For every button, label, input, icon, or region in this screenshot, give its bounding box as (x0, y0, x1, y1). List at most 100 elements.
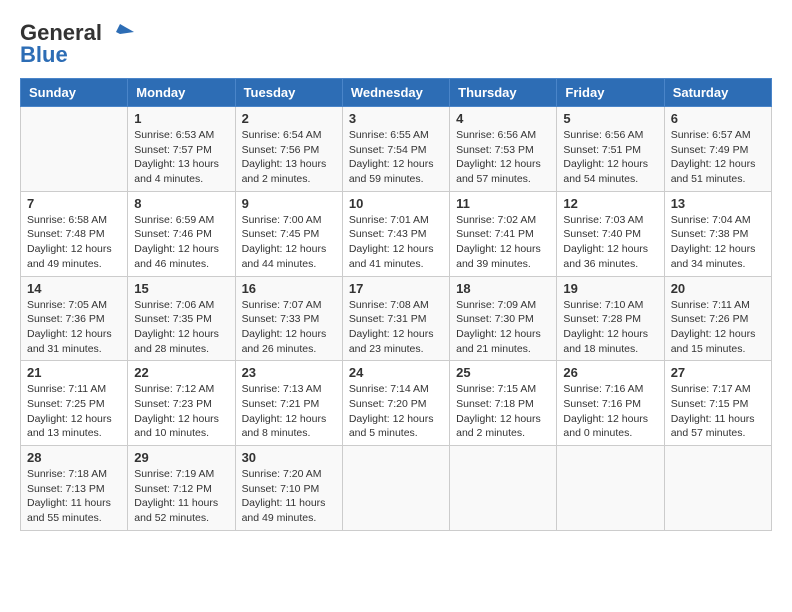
col-header-sunday: Sunday (21, 79, 128, 107)
day-info: Sunrise: 7:04 AM Sunset: 7:38 PM Dayligh… (671, 213, 765, 272)
calendar-cell: 17 Sunrise: 7:08 AM Sunset: 7:31 PM Dayli… (342, 276, 449, 361)
col-header-monday: Monday (128, 79, 235, 107)
calendar-cell: 24 Sunrise: 7:14 AM Sunset: 7:20 PM Dayli… (342, 361, 449, 446)
day-info: Sunrise: 7:17 AM Sunset: 7:15 PM Dayligh… (671, 382, 765, 441)
day-info: Sunrise: 7:11 AM Sunset: 7:25 PM Dayligh… (27, 382, 121, 441)
day-info: Sunrise: 7:05 AM Sunset: 7:36 PM Dayligh… (27, 298, 121, 357)
day-number: 24 (349, 365, 443, 380)
day-number: 10 (349, 196, 443, 211)
day-number: 11 (456, 196, 550, 211)
day-number: 26 (563, 365, 657, 380)
day-info: Sunrise: 6:59 AM Sunset: 7:46 PM Dayligh… (134, 213, 228, 272)
calendar-cell: 20 Sunrise: 7:11 AM Sunset: 7:26 PM Dayli… (664, 276, 771, 361)
day-info: Sunrise: 7:15 AM Sunset: 7:18 PM Dayligh… (456, 382, 550, 441)
calendar-cell: 8 Sunrise: 6:59 AM Sunset: 7:46 PM Daylig… (128, 191, 235, 276)
day-info: Sunrise: 7:01 AM Sunset: 7:43 PM Dayligh… (349, 213, 443, 272)
day-number: 14 (27, 281, 121, 296)
day-number: 17 (349, 281, 443, 296)
page-header: General Blue (20, 20, 772, 68)
day-info: Sunrise: 7:00 AM Sunset: 7:45 PM Dayligh… (242, 213, 336, 272)
calendar-header-row: SundayMondayTuesdayWednesdayThursdayFrid… (21, 79, 772, 107)
day-info: Sunrise: 7:18 AM Sunset: 7:13 PM Dayligh… (27, 467, 121, 526)
day-number: 23 (242, 365, 336, 380)
day-number: 2 (242, 111, 336, 126)
day-number: 30 (242, 450, 336, 465)
calendar-cell: 3Sunrise: 6:55 AM Sunset: 7:54 PM Daylig… (342, 107, 449, 192)
calendar-cell: 5 Sunrise: 6:56 AM Sunset: 7:51 PM Daylig… (557, 107, 664, 192)
col-header-wednesday: Wednesday (342, 79, 449, 107)
day-number: 9 (242, 196, 336, 211)
calendar-cell: 18 Sunrise: 7:09 AM Sunset: 7:30 PM Dayli… (450, 276, 557, 361)
day-number: 8 (134, 196, 228, 211)
day-info: Sunrise: 6:56 AM Sunset: 7:53 PM Dayligh… (456, 128, 550, 187)
day-number: 1 (134, 111, 228, 126)
calendar-cell: 7 Sunrise: 6:58 AM Sunset: 7:48 PM Daylig… (21, 191, 128, 276)
calendar-cell: 30Sunrise: 7:20 AM Sunset: 7:10 PM Dayli… (235, 446, 342, 531)
calendar-week-5: 28 Sunrise: 7:18 AM Sunset: 7:13 PM Dayli… (21, 446, 772, 531)
calendar-cell: 26Sunrise: 7:16 AM Sunset: 7:16 PM Dayli… (557, 361, 664, 446)
day-number: 20 (671, 281, 765, 296)
day-info: Sunrise: 7:14 AM Sunset: 7:20 PM Dayligh… (349, 382, 443, 441)
calendar-cell: 15Sunrise: 7:06 AM Sunset: 7:35 PM Dayli… (128, 276, 235, 361)
day-info: Sunrise: 7:13 AM Sunset: 7:21 PM Dayligh… (242, 382, 336, 441)
day-number: 12 (563, 196, 657, 211)
day-info: Sunrise: 7:11 AM Sunset: 7:26 PM Dayligh… (671, 298, 765, 357)
calendar-cell: 1 Sunrise: 6:53 AM Sunset: 7:57 PM Daylig… (128, 107, 235, 192)
calendar-cell: 14 Sunrise: 7:05 AM Sunset: 7:36 PM Dayli… (21, 276, 128, 361)
calendar-cell: 23 Sunrise: 7:13 AM Sunset: 7:21 PM Dayli… (235, 361, 342, 446)
day-info: Sunrise: 6:54 AM Sunset: 7:56 PM Dayligh… (242, 128, 336, 187)
day-number: 13 (671, 196, 765, 211)
day-info: Sunrise: 7:10 AM Sunset: 7:28 PM Dayligh… (563, 298, 657, 357)
col-header-thursday: Thursday (450, 79, 557, 107)
calendar-cell (557, 446, 664, 531)
day-info: Sunrise: 7:08 AM Sunset: 7:31 PM Dayligh… (349, 298, 443, 357)
col-header-saturday: Saturday (664, 79, 771, 107)
calendar-cell (342, 446, 449, 531)
day-info: Sunrise: 7:19 AM Sunset: 7:12 PM Dayligh… (134, 467, 228, 526)
calendar-cell: 28 Sunrise: 7:18 AM Sunset: 7:13 PM Dayli… (21, 446, 128, 531)
logo-blue-text: Blue (20, 42, 68, 68)
day-info: Sunrise: 6:53 AM Sunset: 7:57 PM Dayligh… (134, 128, 228, 187)
day-info: Sunrise: 6:56 AM Sunset: 7:51 PM Dayligh… (563, 128, 657, 187)
day-number: 27 (671, 365, 765, 380)
day-number: 5 (563, 111, 657, 126)
calendar-cell: 10 Sunrise: 7:01 AM Sunset: 7:43 PM Dayli… (342, 191, 449, 276)
day-info: Sunrise: 6:55 AM Sunset: 7:54 PM Dayligh… (349, 128, 443, 187)
day-number: 21 (27, 365, 121, 380)
day-info: Sunrise: 7:12 AM Sunset: 7:23 PM Dayligh… (134, 382, 228, 441)
day-number: 29 (134, 450, 228, 465)
logo-bird-icon (106, 22, 134, 44)
day-info: Sunrise: 7:03 AM Sunset: 7:40 PM Dayligh… (563, 213, 657, 272)
day-number: 6 (671, 111, 765, 126)
calendar-table: SundayMondayTuesdayWednesdayThursdayFrid… (20, 78, 772, 531)
calendar-cell: 21 Sunrise: 7:11 AM Sunset: 7:25 PM Dayli… (21, 361, 128, 446)
calendar-cell: 9 Sunrise: 7:00 AM Sunset: 7:45 PM Daylig… (235, 191, 342, 276)
day-info: Sunrise: 7:09 AM Sunset: 7:30 PM Dayligh… (456, 298, 550, 357)
calendar-cell (664, 446, 771, 531)
calendar-week-2: 7 Sunrise: 6:58 AM Sunset: 7:48 PM Daylig… (21, 191, 772, 276)
calendar-cell (21, 107, 128, 192)
calendar-cell: 4Sunrise: 6:56 AM Sunset: 7:53 PM Daylig… (450, 107, 557, 192)
day-number: 15 (134, 281, 228, 296)
day-number: 28 (27, 450, 121, 465)
calendar-cell: 2 Sunrise: 6:54 AM Sunset: 7:56 PM Daylig… (235, 107, 342, 192)
calendar-cell: 25 Sunrise: 7:15 AM Sunset: 7:18 PM Dayli… (450, 361, 557, 446)
calendar-week-3: 14 Sunrise: 7:05 AM Sunset: 7:36 PM Dayli… (21, 276, 772, 361)
day-info: Sunrise: 7:07 AM Sunset: 7:33 PM Dayligh… (242, 298, 336, 357)
day-info: Sunrise: 6:57 AM Sunset: 7:49 PM Dayligh… (671, 128, 765, 187)
calendar-cell: 11Sunrise: 7:02 AM Sunset: 7:41 PM Dayli… (450, 191, 557, 276)
calendar-cell: 22 Sunrise: 7:12 AM Sunset: 7:23 PM Dayli… (128, 361, 235, 446)
calendar-cell: 27 Sunrise: 7:17 AM Sunset: 7:15 PM Dayli… (664, 361, 771, 446)
col-header-tuesday: Tuesday (235, 79, 342, 107)
day-number: 16 (242, 281, 336, 296)
col-header-friday: Friday (557, 79, 664, 107)
calendar-cell: 13 Sunrise: 7:04 AM Sunset: 7:38 PM Dayli… (664, 191, 771, 276)
day-number: 22 (134, 365, 228, 380)
calendar-cell: 6 Sunrise: 6:57 AM Sunset: 7:49 PM Daylig… (664, 107, 771, 192)
day-number: 18 (456, 281, 550, 296)
day-number: 25 (456, 365, 550, 380)
day-number: 7 (27, 196, 121, 211)
day-info: Sunrise: 6:58 AM Sunset: 7:48 PM Dayligh… (27, 213, 121, 272)
calendar-cell: 12 Sunrise: 7:03 AM Sunset: 7:40 PM Dayli… (557, 191, 664, 276)
calendar-cell: 29 Sunrise: 7:19 AM Sunset: 7:12 PM Dayli… (128, 446, 235, 531)
